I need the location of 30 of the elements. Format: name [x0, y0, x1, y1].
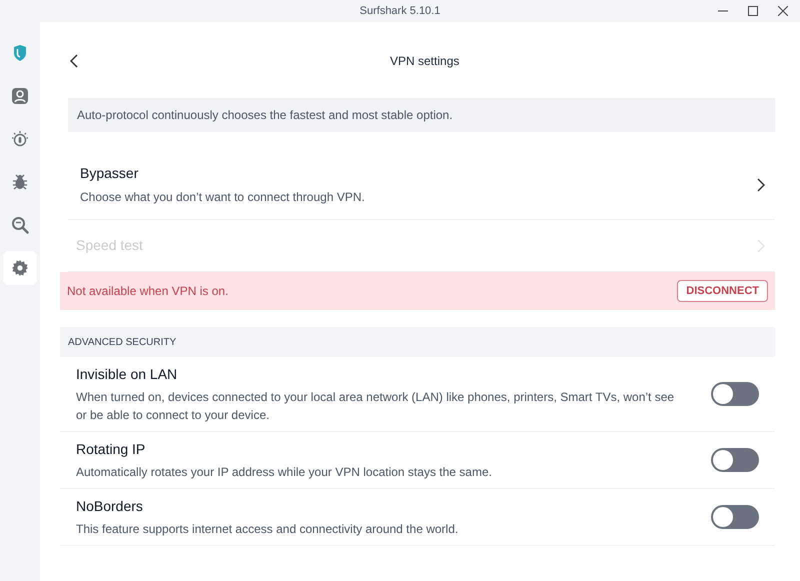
setting-description: This feature supports internet access and connectivity around the world.: [76, 521, 460, 538]
row-description: Choose what you don’t want to connect through VPN.: [80, 189, 366, 206]
toggle-switch[interactable]: [711, 448, 759, 472]
setting-description: Automatically rotates your IP address while your VPN location stays the same.: [76, 464, 493, 481]
search-icon: [11, 216, 29, 234]
chevron-icon: [757, 178, 765, 192]
setting-description: When turned on, devices connected to your local area network (LAN) like phones, printers, Smart TVs, won’t see or be able to connect to your device.: [76, 389, 676, 424]
sidebar-item[interactable]: [3, 251, 37, 285]
chevron-icon: [757, 238, 765, 252]
disconnect-button[interactable]: DISCONNECT: [677, 280, 768, 302]
setting-title: NoBorders: [76, 497, 144, 516]
page-title: VPN settings: [390, 53, 460, 70]
back-icon[interactable]: [70, 54, 78, 68]
alert-icon: [11, 130, 29, 148]
shield-icon: [11, 44, 29, 62]
setting-title: Invisible on LAN: [76, 365, 178, 384]
bug-icon: [11, 173, 29, 191]
toggle-switch[interactable]: [711, 382, 759, 406]
maximize-icon[interactable]: [748, 6, 758, 16]
warning-message: Not available when VPN is on.: [67, 283, 228, 300]
settings-row[interactable]: Bypasser Choose what you don’t want to connect through VPN.: [68, 150, 775, 220]
info-banner: Auto-protocol continuously chooses the fastest and most stable option.: [68, 98, 775, 132]
section-heading: ADVANCED SECURITY: [68, 336, 176, 350]
window-title: Surfshark 5.10.1: [360, 4, 440, 19]
toggle-switch[interactable]: [711, 505, 759, 529]
setting-title: Rotating IP: [76, 440, 146, 459]
close-icon[interactable]: [778, 6, 788, 16]
settings-icon: [11, 259, 29, 277]
person-icon: [11, 87, 29, 105]
row-title: Bypasser: [80, 164, 140, 183]
